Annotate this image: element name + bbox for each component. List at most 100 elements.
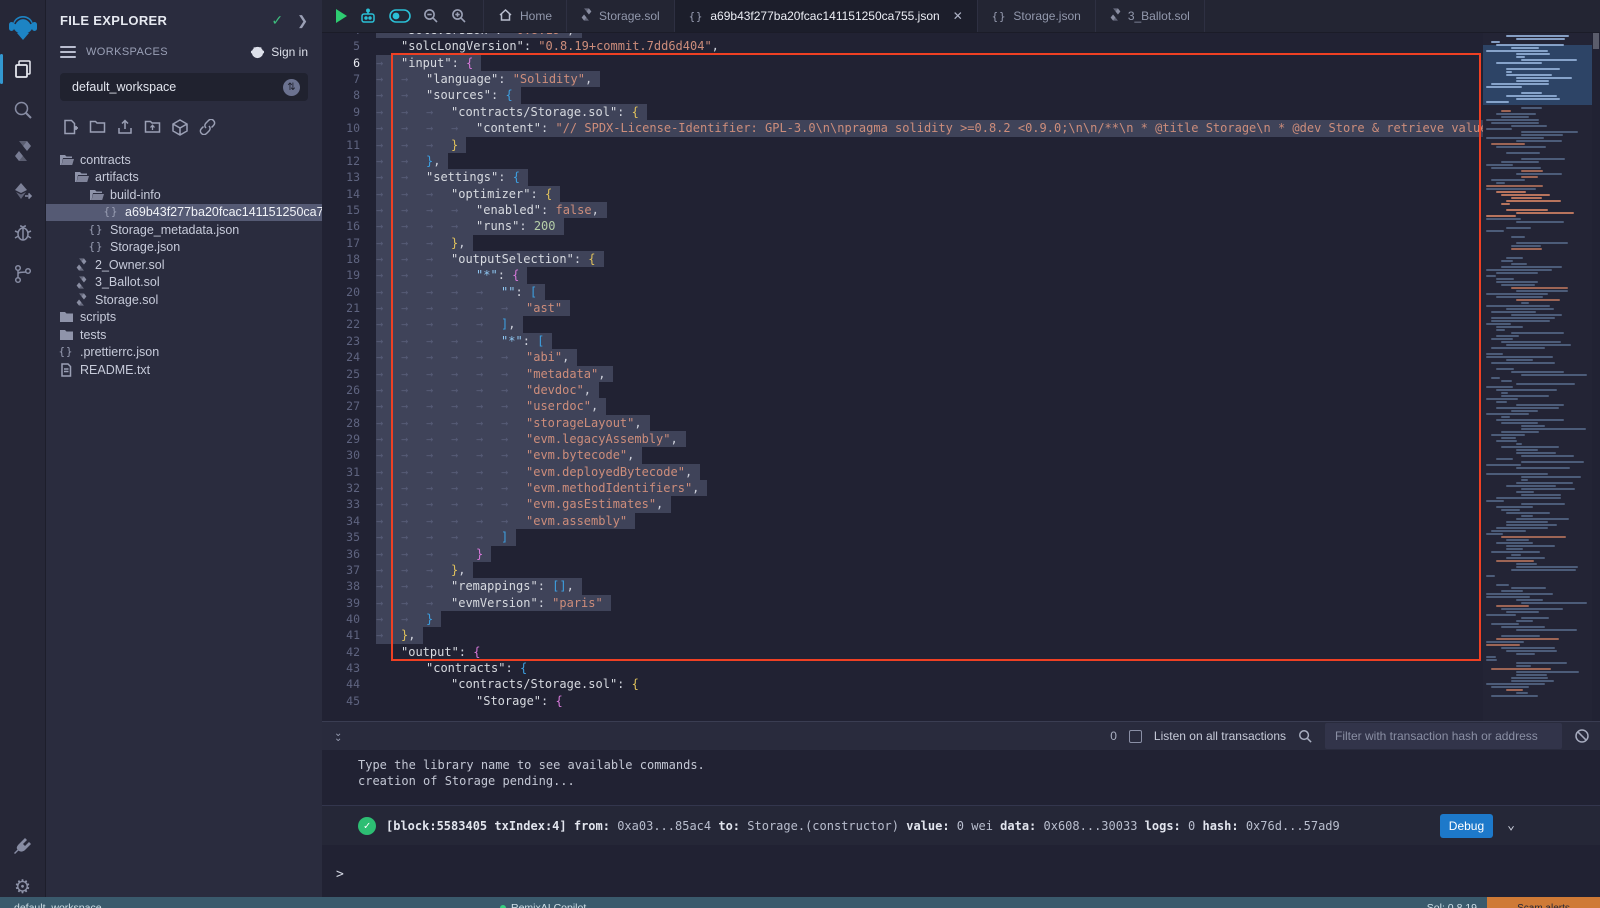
minimap-line [1486,386,1513,388]
debug-button[interactable]: Debug [1440,814,1493,838]
zoom-out-icon[interactable] [423,8,439,24]
minimap-line [1496,638,1559,640]
scam-alerts-button[interactable]: Scam alerts [1487,897,1600,908]
minimap-line [1496,440,1517,442]
line-number: 45 [322,693,376,709]
tree-item-2-owner-sol[interactable]: 2_Owner.sol [46,256,322,274]
transaction-filter-input[interactable] [1325,723,1562,749]
sign-in-button[interactable]: Sign in [250,45,308,59]
minimap-line [1516,212,1574,214]
iconbar-remix-logo[interactable] [0,8,46,48]
tab-whitespace-arrow: → [501,464,526,480]
tree-item-scripts[interactable]: scripts [46,309,322,327]
tree-item-a69b43f277ba20fcac141151250ca7-[interactable]: {}a69b43f277ba20fcac141151250ca7... [46,204,322,222]
tree-item-build-info[interactable]: build-info [46,186,322,204]
copilot-toggle-switch[interactable] [389,9,411,23]
new-folder-icon[interactable] [89,119,106,141]
iconbar-debugger[interactable] [0,213,46,253]
tree-item-storage-sol[interactable]: Storage.sol [46,291,322,309]
selected-text: →→→"remappings": [], [376,578,582,594]
status-bar: default_workspace RemixAI Copilot Sol: 0… [0,897,1600,908]
tab-whitespace-arrow: → [451,496,476,512]
clear-console-icon[interactable] [1574,728,1590,744]
tab-whitespace-arrow: → [451,398,476,414]
tab-whitespace-arrow: → [401,546,426,562]
hamburger-menu-icon[interactable] [60,43,76,61]
tab-whitespace-arrow: → [376,398,401,414]
upload-folder-icon[interactable] [144,119,161,141]
iconbar-solidity-compiler[interactable] [0,131,46,171]
iconbar-search[interactable] [0,90,46,130]
tab-3-ballot-sol[interactable]: 3_Ballot.sol [1096,0,1205,32]
tree-item-artifacts[interactable]: artifacts [46,169,322,187]
new-file-icon[interactable] [62,119,78,141]
selected-text: →→→→"*": { [376,267,527,283]
terminal-output[interactable]: Type the library name to see available c… [322,750,1600,908]
tree-item-label: scripts [80,310,116,324]
iconbar-deploy-run[interactable] [0,172,46,212]
ai-copilot-robot-icon[interactable] [359,8,377,25]
minimap[interactable] [1483,33,1592,721]
tree-item-3-ballot-sol[interactable]: 3_Ballot.sol [46,274,322,292]
chevron-right-icon[interactable]: ❯ [297,13,308,29]
minimap-line [1496,191,1526,193]
sign-in-label: Sign in [271,45,308,59]
statusbar-copilot[interactable]: RemixAI Copilot [500,902,586,908]
statusbar-compiler-version[interactable]: Sol: 0.8.19 [1427,902,1487,908]
transaction-expand-icon[interactable]: ⌄ [1507,818,1515,833]
minimap-line [1516,653,1535,655]
tree-item-storage-metadata-json[interactable]: {}Storage_metadata.json [46,221,322,239]
link-icon[interactable] [199,119,216,141]
scrollbar-thumb[interactable] [1593,33,1599,49]
tree-item-readme-txt[interactable]: README.txt [46,361,322,379]
minimap-line [1516,665,1531,667]
minimap-line [1516,482,1573,484]
expand-terminal-icon[interactable]: ⌄⌄ [334,731,341,741]
zoom-in-icon[interactable] [451,8,467,24]
iconbar-git[interactable] [0,254,46,294]
tab-storage-json[interactable]: {}Storage.json [978,0,1096,32]
tab-whitespace-arrow: → [501,398,526,414]
tab-whitespace-arrow: → [376,529,401,545]
close-tab-icon[interactable]: ✕ [953,9,963,23]
selected-text: →→→→→"*": [ [376,333,552,349]
tree-item-label: Storage.json [110,240,180,254]
run-script-button[interactable] [336,9,347,23]
workspace-select-toggle-icon[interactable]: ⇅ [283,79,300,96]
tab-storage-sol[interactable]: Storage.sol [567,0,675,32]
iconbar-file-explorer[interactable] [0,49,46,89]
tab-whitespace-arrow: → [501,480,526,496]
listen-all-transactions-checkbox[interactable] [1129,730,1142,743]
code-line-6: 6→"input": { [322,55,1483,71]
json-icon: {} [992,9,1007,23]
selected-text: →→→→} [376,546,491,562]
tab-whitespace-arrow: → [426,595,451,611]
tree-item--prettierrc-json[interactable]: {}.prettierrc.json [46,344,322,362]
iconbar-plugin-manager[interactable] [0,826,46,866]
tab-whitespace-arrow: → [501,349,526,365]
tab-whitespace-arrow: → [476,284,501,300]
cube-icon[interactable] [172,119,188,141]
tree-item-storage-json[interactable]: {}Storage.json [46,239,322,257]
line-number: 33 [322,496,376,512]
tree-item-label: .prettierrc.json [80,345,159,359]
line-number: 8 [322,87,376,103]
tab-a69b43f277ba20fcac141151250ca755-json[interactable]: {}a69b43f277ba20fcac141151250ca755.json✕ [675,0,978,32]
tab-home[interactable]: Home [483,0,567,32]
tab-whitespace-arrow: → [376,153,401,169]
minimap-line [1496,281,1538,283]
code-editor[interactable]: 4→"solcVersion": "0.8.19",5"solcLongVers… [322,33,1600,721]
terminal-prompt[interactable]: > [336,867,344,882]
transaction-row[interactable]: ✓ [block:5583405 txIndex:4] from: 0xa03.… [322,805,1600,845]
minimap-line [1516,674,1547,676]
editor-scrollbar[interactable] [1592,33,1600,721]
minimap-line [1511,236,1525,238]
tree-item-tests[interactable]: tests [46,326,322,344]
statusbar-workspace[interactable]: default_workspace [0,902,102,908]
tree-item-contracts[interactable]: contracts [46,151,322,169]
selected-text: →→→→→→"ast" [376,300,570,316]
tab-whitespace-arrow: → [376,578,401,594]
tab-whitespace-arrow: → [401,137,426,153]
upload-file-icon[interactable] [117,119,133,141]
workspace-select[interactable]: default_workspace ⇅ [60,73,308,101]
